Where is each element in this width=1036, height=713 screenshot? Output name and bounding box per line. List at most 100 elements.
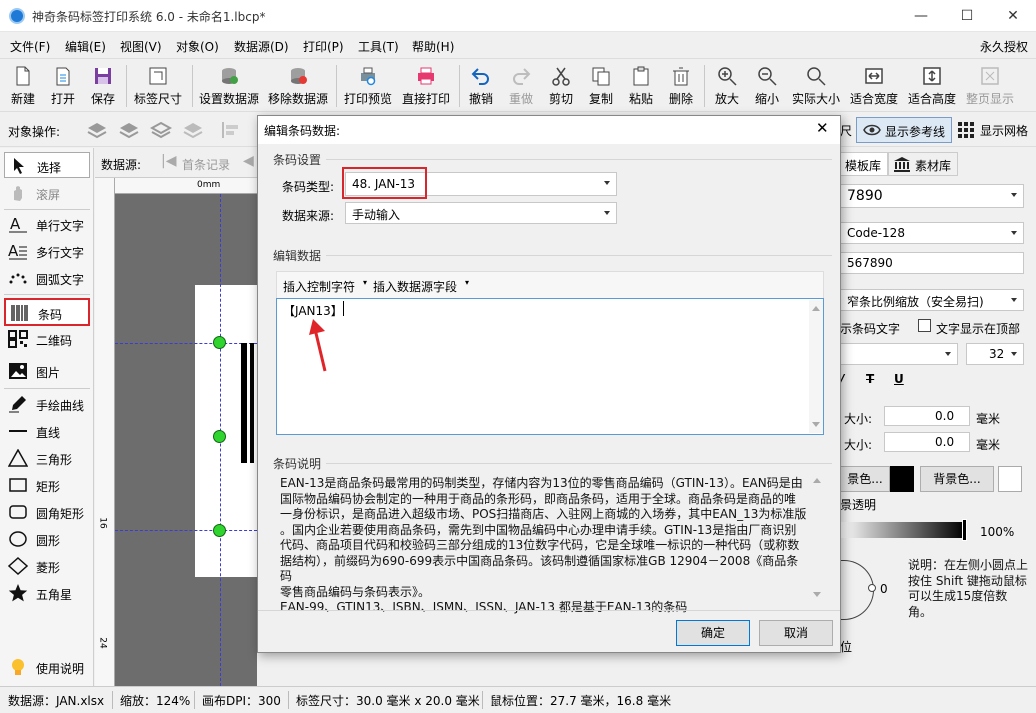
tool-scroll[interactable]: 滚屏 — [4, 180, 90, 206]
resize-handle[interactable] — [213, 336, 226, 349]
rounded-rectangle-icon — [9, 505, 27, 519]
actual-size-button[interactable]: 实际大小 — [788, 63, 844, 109]
help-button[interactable]: 使用说明 — [4, 654, 90, 680]
show-grid-toggle[interactable]: 显示网格 — [956, 117, 1036, 143]
tool-line[interactable]: 直线 — [4, 418, 90, 444]
menu-datasource[interactable]: 数据源(D) — [234, 38, 289, 55]
new-button[interactable]: 新建 — [4, 63, 42, 109]
zoom-in-button[interactable]: 放大 — [708, 63, 746, 109]
menu-object[interactable]: 对象(O) — [176, 38, 219, 55]
menu-help[interactable]: 帮助(H) — [412, 38, 454, 55]
tab-materials[interactable]: 素材库 — [888, 152, 958, 176]
tool-diamond[interactable]: 菱形 — [4, 553, 90, 579]
direct-print-button[interactable]: 直接打印 — [398, 63, 454, 109]
tab-templates[interactable]: 模板库 — [840, 152, 888, 176]
description-scrollbar[interactable] — [810, 474, 824, 602]
barcode-data-field[interactable]: 567890 — [840, 252, 1024, 274]
menu-file[interactable]: 文件(F) — [10, 38, 50, 55]
dialog-title: 编辑条码数据: — [264, 124, 341, 138]
page-show-button[interactable]: 整页显示 — [962, 63, 1018, 109]
text-top-checkbox[interactable] — [918, 319, 931, 332]
maximize-button[interactable]: ☐ — [944, 0, 990, 32]
resize-handle[interactable] — [213, 524, 226, 537]
barcode-type-combo[interactable]: Code-128 — [840, 222, 1024, 244]
tool-star[interactable]: 五角星 — [4, 580, 90, 606]
copy-button[interactable]: 复制 — [582, 63, 620, 109]
first-record-icon[interactable]: |◀ — [161, 153, 176, 169]
tool-single-text[interactable]: A 单行文字 — [4, 211, 90, 237]
label-size-button[interactable]: 标签尺寸 — [130, 63, 186, 109]
underline-icon[interactable]: U — [894, 372, 904, 386]
close-window-button[interactable]: ✕ — [990, 0, 1036, 32]
layer-top-icon[interactable] — [150, 120, 172, 140]
remove-datasource-button[interactable]: 移除数据源 — [265, 63, 331, 109]
scroll-up-icon[interactable] — [813, 478, 821, 483]
show-guides-toggle[interactable]: 显示参考线 — [856, 117, 952, 143]
font-size-combo[interactable]: 32 — [966, 343, 1024, 365]
scale-mode-combo[interactable]: 窄条比例缩放（安全易扫) — [840, 289, 1024, 311]
background-color-swatch[interactable] — [998, 466, 1022, 492]
opacity-slider-thumb[interactable] — [962, 519, 967, 541]
background-color-button[interactable]: 背景色... — [920, 466, 994, 492]
tool-barcode[interactable]: 条码 — [4, 298, 90, 326]
menu-print[interactable]: 打印(P) — [303, 38, 344, 55]
fit-width-button[interactable]: 适合宽度 — [846, 63, 902, 109]
barcode-data-editor[interactable]: 【JAN13】 — [276, 298, 824, 435]
foreground-color-swatch[interactable] — [890, 466, 914, 492]
scroll-up-icon[interactable] — [812, 306, 820, 311]
font-name-combo[interactable] — [840, 343, 958, 365]
tool-circle[interactable]: 圆形 — [4, 526, 90, 552]
tool-multi-text[interactable]: A 多行文字 — [4, 238, 90, 264]
tool-select[interactable]: 选择 — [4, 152, 90, 178]
guide-line-horizontal[interactable] — [115, 343, 257, 344]
align-left-icon[interactable] — [220, 120, 242, 140]
menu-edit[interactable]: 编辑(E) — [65, 38, 106, 55]
barcode-value-field[interactable]: 7890 — [840, 184, 1024, 208]
tool-round-rect[interactable]: 圆角矩形 — [4, 499, 90, 525]
prev-record-icon[interactable]: ◀ — [243, 153, 254, 169]
size2-spinner[interactable]: 0.0 — [884, 432, 970, 452]
menu-view[interactable]: 视图(V) — [120, 38, 162, 55]
strikethrough-icon[interactable]: T — [866, 372, 874, 386]
size1-spinner[interactable]: 0.0 — [884, 406, 970, 426]
opacity-slider[interactable] — [840, 522, 964, 538]
layer-bottom-icon[interactable] — [182, 120, 204, 140]
tool-qrcode[interactable]: 二维码 — [4, 326, 90, 352]
minimize-button[interactable]: — — [898, 0, 944, 32]
design-canvas[interactable]: 数据源: |◀ 首条记录 ◀ 16 24 0mm — [95, 148, 257, 686]
show-text-checkbox-label[interactable]: 示条码文字 — [840, 320, 900, 337]
set-datasource-button[interactable]: 设置数据源 — [196, 63, 262, 109]
tool-arc-text[interactable]: 圆弧文字 — [4, 265, 90, 291]
scroll-down-icon[interactable] — [813, 592, 821, 597]
resize-handle[interactable] — [213, 430, 226, 443]
scroll-down-icon[interactable] — [812, 422, 820, 427]
save-button[interactable]: 保存 — [84, 63, 122, 109]
editor-scrollbar[interactable] — [809, 300, 823, 433]
fit-height-button[interactable]: 适合高度 — [904, 63, 960, 109]
ok-button[interactable]: 确定 — [676, 620, 750, 646]
tool-image[interactable]: 图片 — [4, 358, 90, 384]
foreground-color-button[interactable]: 景色... — [840, 466, 890, 492]
datasource-select[interactable]: 手动输入 — [345, 202, 617, 224]
zoom-out-button[interactable]: 缩小 — [748, 63, 786, 109]
tool-rect[interactable]: 矩形 — [4, 472, 90, 498]
dialog-close-icon[interactable]: ✕ — [816, 119, 829, 137]
tool-freehand[interactable]: 手绘曲线 — [4, 391, 90, 417]
cut-button[interactable]: 剪切 — [542, 63, 580, 109]
print-preview-button[interactable]: 打印预览 — [340, 63, 396, 109]
redo-button[interactable]: 重做 — [502, 63, 540, 109]
cancel-button[interactable]: 取消 — [759, 620, 833, 646]
layer-up-icon[interactable] — [86, 120, 108, 140]
guide-line-horizontal[interactable] — [115, 530, 257, 531]
ruler-toggle[interactable]: 尺 — [840, 118, 854, 142]
delete-button[interactable]: 删除 — [662, 63, 700, 109]
label-paper[interactable] — [195, 285, 257, 577]
paste-button[interactable]: 粘贴 — [622, 63, 660, 109]
open-button[interactable]: 打开 — [44, 63, 82, 109]
rotation-handle[interactable] — [868, 584, 876, 592]
menu-tools[interactable]: 工具(T) — [358, 38, 399, 55]
tool-triangle[interactable]: 三角形 — [4, 445, 90, 471]
undo-button[interactable]: 撤销 — [462, 63, 500, 109]
layer-down-icon[interactable] — [118, 120, 140, 140]
first-record-button[interactable]: 首条记录 — [182, 156, 230, 173]
